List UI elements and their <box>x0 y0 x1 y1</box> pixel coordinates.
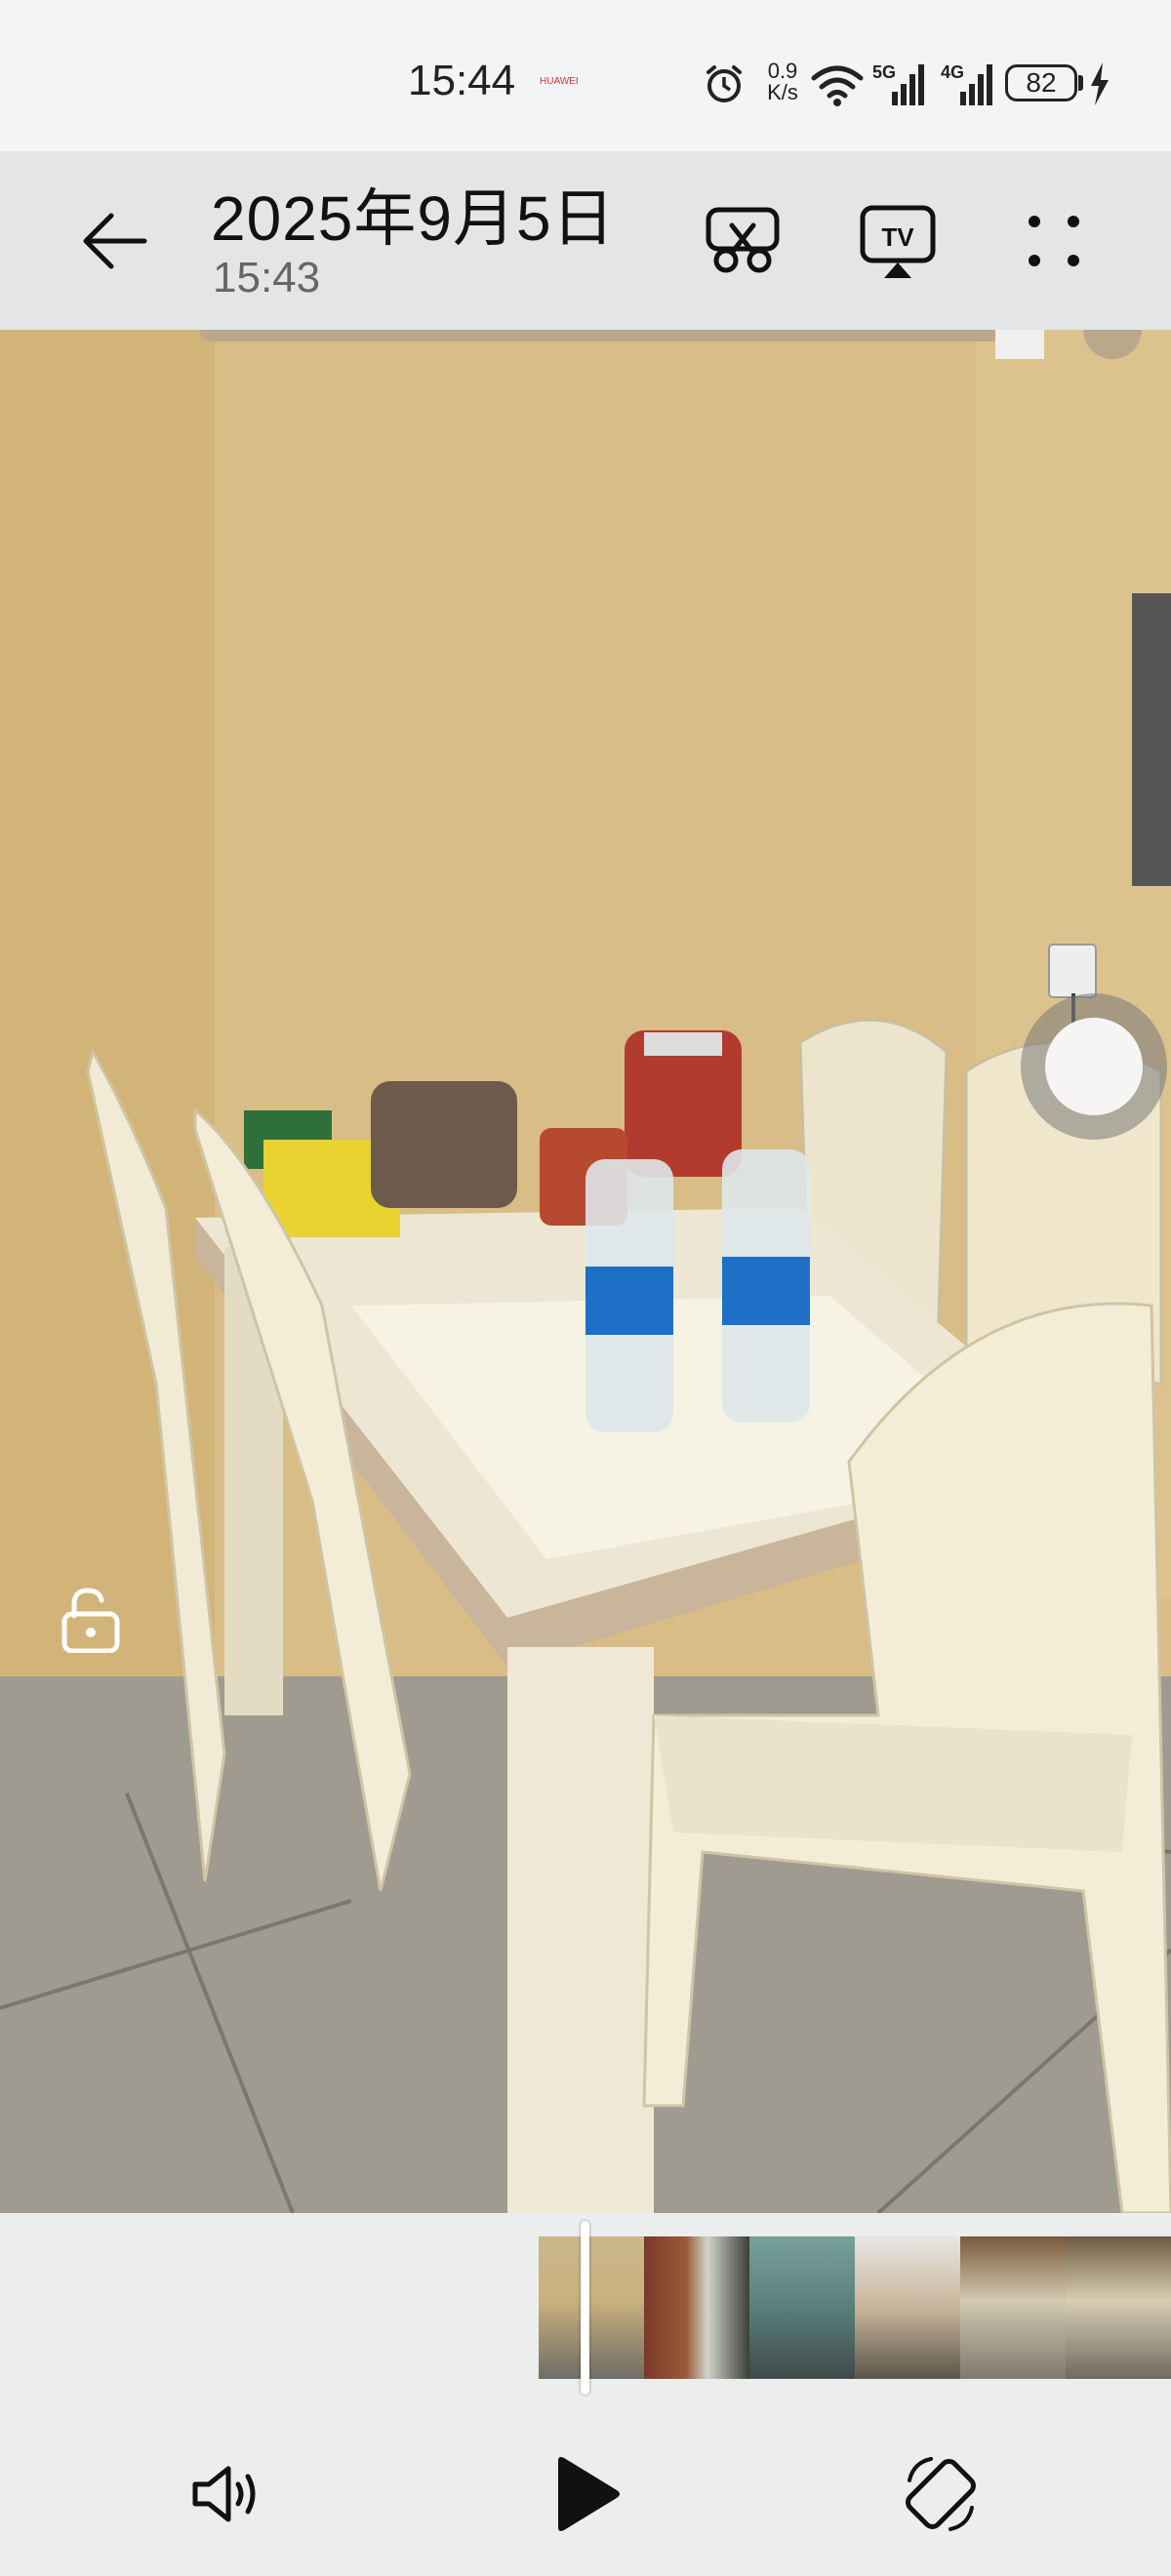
play-icon[interactable] <box>545 2453 626 2535</box>
page-title: 2025年9月5日 <box>211 183 616 254</box>
video-frame[interactable] <box>0 330 1171 2213</box>
signal-5g-icon <box>892 64 924 105</box>
rotate-screen-icon[interactable] <box>900 2453 982 2535</box>
thumbnail <box>539 2236 644 2379</box>
thumbnail <box>644 2236 749 2379</box>
volume-icon[interactable] <box>185 2453 267 2535</box>
net-speed: 0.9 K/s <box>763 60 802 103</box>
playback-controls <box>0 2398 1171 2576</box>
thumbnail <box>855 2236 960 2379</box>
battery-tip <box>1078 75 1083 91</box>
thumbnail <box>749 2236 855 2379</box>
viewer-header: 2025年9月5日 15:43 TV <box>0 151 1171 330</box>
floating-ball[interactable] <box>1021 993 1167 1140</box>
thumbnail <box>1066 2236 1171 2379</box>
scissors-edit-icon[interactable] <box>703 200 785 282</box>
playhead[interactable] <box>581 2221 589 2395</box>
net-speed-value: 0.9 <box>767 59 798 83</box>
brand-label: HUAWEI <box>540 76 579 87</box>
battery-level: 82 <box>1026 67 1057 98</box>
status-time: 15:44 <box>408 57 516 104</box>
wifi-icon <box>811 65 864 106</box>
battery-icon: 82 <box>1005 64 1077 101</box>
unlock-icon[interactable] <box>57 1585 125 1653</box>
signal-4g-icon <box>960 64 992 105</box>
page-subtitle-time: 15:43 <box>213 254 321 302</box>
timeline-scrubber[interactable] <box>0 2213 1171 2398</box>
thumbnail <box>960 2236 1066 2379</box>
status-bar: 15:44 HUAWEI 0.9 K/s 5G 4G 82 <box>0 0 1171 151</box>
svg-text:TV: TV <box>881 222 914 252</box>
back-arrow-icon[interactable] <box>76 202 154 280</box>
net-speed-unit: K/s <box>767 80 798 104</box>
charging-bolt-icon <box>1091 62 1109 105</box>
video-scene <box>0 330 1171 2213</box>
more-dots-icon[interactable] <box>1013 200 1095 282</box>
alarm-icon <box>707 65 742 102</box>
thumbnail-strip[interactable] <box>539 2236 1171 2379</box>
tv-cast-icon[interactable]: TV <box>857 200 939 282</box>
